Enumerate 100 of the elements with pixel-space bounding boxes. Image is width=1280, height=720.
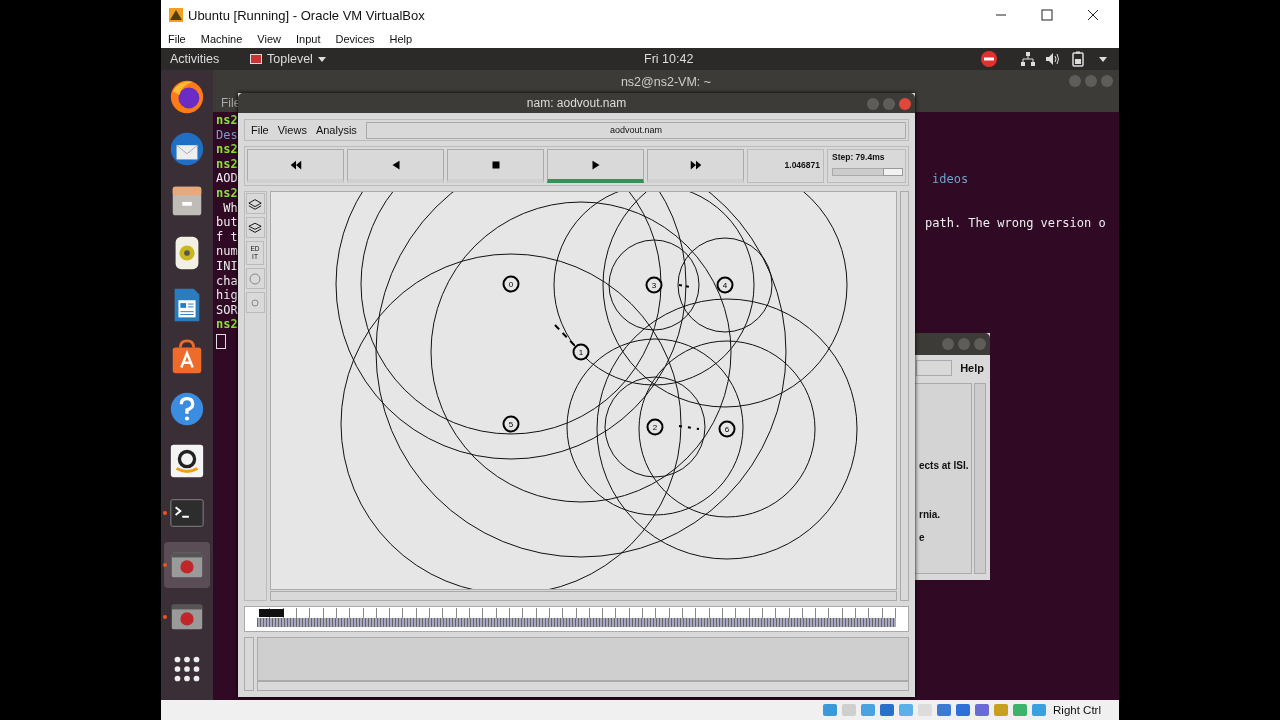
menu-item[interactable]: Help — [960, 362, 984, 374]
terminal-line: ns2 — [216, 317, 239, 332]
window-title: Ubuntu [Running] - Oracle VM VirtualBox — [188, 7, 425, 23]
circle-icon — [248, 272, 263, 285]
device-icon[interactable] — [974, 702, 991, 718]
clock[interactable]: Fri 10:42 — [644, 52, 694, 66]
step-slider[interactable] — [832, 168, 901, 176]
network-node[interactable]: 1 — [572, 343, 590, 361]
terminal-line: ns2 — [216, 156, 239, 172]
terminal-line: num — [216, 244, 239, 259]
device-icon[interactable] — [1012, 702, 1029, 718]
device-icon[interactable] — [879, 702, 896, 718]
play-button[interactable] — [547, 149, 644, 183]
terminal-line: ns2 — [216, 113, 239, 128]
text-line: rnia. — [919, 509, 941, 520]
packet-mark — [553, 324, 577, 348]
layers-icon — [248, 197, 263, 210]
virtualbox-icon — [168, 7, 184, 23]
rewind-icon — [288, 159, 303, 170]
menu-item[interactable]: View — [257, 33, 281, 45]
text-cursor — [216, 333, 226, 349]
battery-icon[interactable] — [1070, 51, 1086, 67]
minimize-button[interactable] — [1069, 75, 1081, 87]
help-icon — [168, 390, 206, 428]
slider-thumb[interactable] — [882, 168, 903, 176]
close-button[interactable] — [1101, 75, 1113, 87]
network-node[interactable]: 0 — [502, 275, 520, 293]
device-icon[interactable] — [898, 702, 915, 718]
terminal-line: but — [216, 215, 239, 230]
packet-mark — [677, 284, 692, 288]
terminal-line: Wh — [222, 200, 239, 216]
network-node[interactable]: 3 — [645, 276, 663, 294]
activities-button[interactable]: Activities — [161, 52, 242, 66]
layers-icon — [248, 221, 263, 234]
time-display: 1.046871 — [747, 149, 824, 183]
maximize-button[interactable] — [1085, 75, 1097, 87]
caret-icon — [317, 56, 326, 62]
network-node[interactable]: 6 — [718, 420, 736, 438]
step-label: Step: 79.4ms — [832, 152, 886, 162]
minimize-button[interactable] — [942, 338, 954, 350]
menu-item[interactable]: File — [251, 124, 269, 136]
input-field[interactable] — [916, 360, 953, 376]
menu-item[interactable]: File — [168, 33, 186, 45]
terminal-line: Des — [216, 127, 239, 143]
back-button[interactable] — [347, 149, 444, 183]
device-icon[interactable] — [1031, 702, 1048, 718]
close-button[interactable] — [974, 338, 986, 350]
device-icon[interactable] — [955, 702, 972, 718]
fast-forward-icon — [688, 159, 703, 170]
forward-button[interactable] — [647, 149, 744, 183]
time-marker-icon[interactable] — [259, 609, 284, 617]
menu-item[interactable]: Devices — [335, 33, 375, 45]
tool-button[interactable] — [246, 193, 265, 214]
terminal-title: ns2@ns2-VM: ~ — [620, 74, 712, 89]
terminal-line: hig — [216, 288, 239, 303]
scrollbar[interactable] — [899, 191, 909, 601]
scrollbar[interactable] — [244, 637, 254, 691]
terminal-line: f t — [216, 229, 239, 245]
close-button[interactable] — [899, 98, 911, 110]
window-icon — [250, 54, 262, 64]
app-menu[interactable]: Toplevel — [250, 52, 326, 66]
terminal-line: AOD — [216, 171, 239, 186]
scrollbar[interactable] — [257, 681, 909, 691]
device-icon[interactable] — [860, 702, 877, 718]
device-icon[interactable] — [936, 702, 953, 718]
tool-button[interactable] — [246, 217, 265, 238]
scrollbar[interactable] — [974, 383, 986, 574]
maximize-button[interactable] — [883, 98, 895, 110]
network-node[interactable]: 4 — [716, 276, 734, 294]
network-node[interactable]: 5 — [502, 415, 520, 433]
volume-icon[interactable] — [1045, 51, 1061, 67]
packet-mark — [677, 425, 700, 430]
store-icon — [168, 442, 206, 480]
timeline[interactable] — [244, 606, 909, 632]
maximize-button[interactable] — [958, 338, 970, 350]
bird-envelope-icon — [168, 130, 206, 168]
rewind-button[interactable] — [247, 149, 344, 183]
menu-item[interactable]: Views — [277, 124, 307, 136]
network-node[interactable]: 2 — [646, 418, 664, 436]
no-entry-icon[interactable] — [981, 51, 997, 67]
device-icon[interactable] — [822, 702, 839, 718]
network-icon[interactable] — [1020, 51, 1036, 67]
close-icon[interactable] — [1087, 9, 1099, 21]
menu-item[interactable]: Help — [389, 33, 413, 45]
device-icon[interactable] — [993, 702, 1010, 718]
terminal-line: cha — [216, 273, 239, 289]
terminal-line: ideos — [931, 172, 970, 187]
menu-item[interactable]: Input — [295, 33, 321, 45]
terminal-line: INI — [216, 258, 239, 274]
fox-globe-icon — [168, 78, 206, 116]
caret-icon[interactable] — [1099, 56, 1107, 62]
text-line: e — [919, 532, 925, 543]
stop-button[interactable] — [447, 149, 544, 183]
menu-item[interactable]: Machine — [200, 33, 243, 45]
scrollbar[interactable] — [269, 591, 897, 601]
maximize-icon[interactable] — [1041, 9, 1053, 21]
window-title: nam: aodvout.nam — [526, 96, 627, 110]
menu-item[interactable]: Analysis — [315, 124, 357, 136]
minimize-button[interactable] — [867, 98, 879, 110]
terminal-line: path. The wrong version o — [925, 215, 1106, 231]
